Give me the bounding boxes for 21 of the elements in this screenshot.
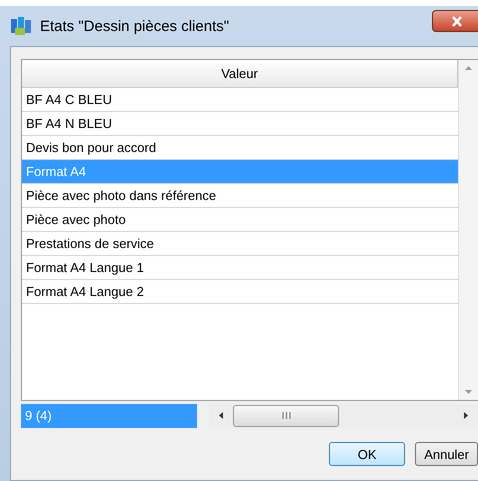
scroll-up-icon[interactable]: [465, 66, 472, 70]
app-icon: [10, 16, 32, 36]
list-row[interactable]: Prestations de service: [22, 232, 458, 256]
list-row[interactable]: BF A4 N BLEU: [22, 112, 458, 136]
scroll-thumb[interactable]: [233, 404, 339, 426]
list-row[interactable]: Pièce avec photo dans référence: [22, 184, 458, 208]
close-icon[interactable]: [451, 16, 463, 26]
vertical-scrollbar[interactable]: [458, 60, 478, 400]
list-row[interactable]: Format A4 Langue 2: [22, 280, 458, 304]
window-title: Etats "Dessin pièces clients": [40, 18, 230, 34]
close-button[interactable]: [432, 10, 478, 32]
scroll-left-icon[interactable]: [219, 412, 223, 419]
column-header[interactable]: Valeur: [22, 60, 458, 88]
cancel-button[interactable]: Annuler: [415, 442, 478, 466]
list-row[interactable]: BF A4 C BLEU: [22, 88, 458, 112]
list-row[interactable]: Format A4 Langue 1: [22, 256, 458, 280]
scroll-right-icon[interactable]: [464, 412, 468, 419]
list-row[interactable]: Pièce avec photo: [22, 208, 458, 232]
ok-button[interactable]: OK: [329, 442, 406, 466]
row-count: 9 (4): [21, 404, 197, 428]
scroll-down-icon[interactable]: [465, 390, 472, 394]
